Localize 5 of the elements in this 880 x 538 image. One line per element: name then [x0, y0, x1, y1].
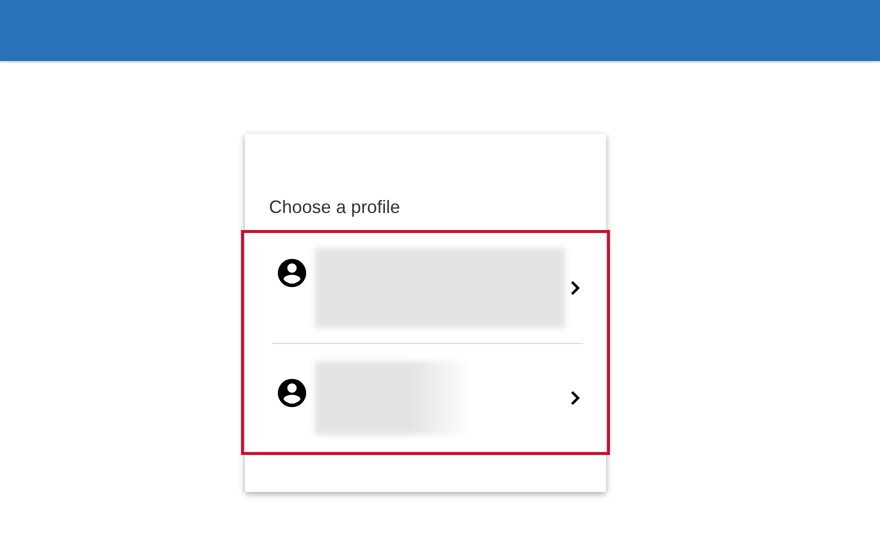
account-icon — [275, 376, 309, 410]
chevron-icon — [569, 390, 581, 406]
card-title: Choose a profile — [269, 196, 402, 219]
account-icon — [275, 256, 309, 290]
chevron-icon — [569, 280, 581, 296]
